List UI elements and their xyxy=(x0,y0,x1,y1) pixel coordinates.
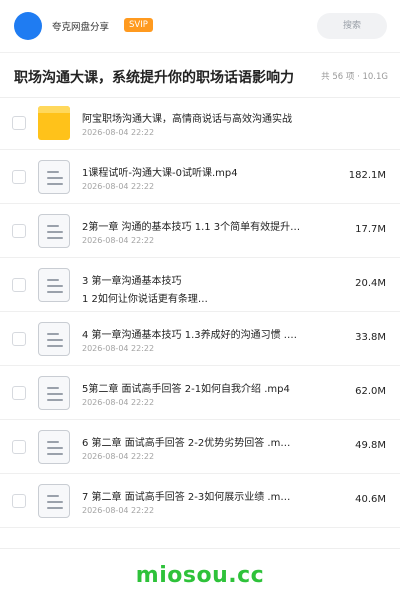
file-size: 49.8M xyxy=(355,440,386,451)
file-size: 20.4M xyxy=(355,278,386,289)
share-meta: 共 56 项 · 10.1G xyxy=(321,72,388,82)
file-date: 2026-08-04 22:22 xyxy=(82,236,155,245)
svip-badge: SVIP xyxy=(124,18,153,32)
brand-name: 夸克网盘分享 xyxy=(52,22,110,33)
document-icon xyxy=(38,214,70,248)
file-name-continued: 1 2如何让你说话更有条理… xyxy=(82,294,208,305)
file-date: 2026-08-04 22:22 xyxy=(82,506,155,515)
file-size: 182.1M xyxy=(348,170,386,181)
select-checkbox[interactable] xyxy=(12,440,26,454)
list-item[interactable]: 2第一章 沟通的基本技巧 1.1 3个简单有效提升… 2026-08-04 22… xyxy=(0,204,400,258)
list-item[interactable]: 3 第一章沟通基本技巧 1 2如何让你说话更有条理… 20.4M xyxy=(0,258,400,312)
file-size: 40.6M xyxy=(355,494,386,505)
list-item[interactable]: 4 第一章沟通基本技巧 1.3养成好的沟通习惯 .… 2026-08-04 22… xyxy=(0,312,400,366)
document-icon xyxy=(38,484,70,518)
select-checkbox[interactable] xyxy=(12,116,26,130)
footer: miosou.cc xyxy=(0,548,400,600)
file-date: 2026-08-04 22:22 xyxy=(82,128,155,137)
file-size: 62.0M xyxy=(355,386,386,397)
file-size: 17.7M xyxy=(355,224,386,235)
page-title: 职场沟通大课，系统提升你的职场话语影响力 xyxy=(14,70,294,86)
file-date: 2026-08-04 22:22 xyxy=(82,452,155,461)
file-size: 33.8M xyxy=(355,332,386,343)
file-name: 2第一章 沟通的基本技巧 1.1 3个简单有效提升… xyxy=(82,222,301,233)
share-header: 职场沟通大课，系统提升你的职场话语影响力 共 56 项 · 10.1G xyxy=(0,52,400,98)
file-date: 2026-08-04 22:22 xyxy=(82,344,155,353)
file-name: 6 第二章 面试高手回答 2-2优势劣势回答 .m… xyxy=(82,438,291,449)
file-name: 3 第一章沟通基本技巧 xyxy=(82,276,182,287)
document-icon xyxy=(38,160,70,194)
watermark: miosou.cc xyxy=(135,563,265,588)
avatar[interactable] xyxy=(14,12,42,40)
document-icon xyxy=(38,322,70,356)
file-name: 1课程试听-沟通大课-0试听课.mp4 xyxy=(82,168,238,179)
select-checkbox[interactable] xyxy=(12,386,26,400)
search-button[interactable]: 搜索 xyxy=(317,13,387,39)
file-name: 阿宝职场沟通大课，高情商说话与高效沟通实战 xyxy=(82,114,292,125)
file-name: 4 第一章沟通基本技巧 1.3养成好的沟通习惯 .… xyxy=(82,330,297,341)
list-item[interactable]: 6 第二章 面试高手回答 2-2优势劣势回答 .m… 2026-08-04 22… xyxy=(0,420,400,474)
document-icon xyxy=(38,430,70,464)
file-date: 2026-08-04 22:22 xyxy=(82,182,155,191)
folder-icon xyxy=(38,106,70,140)
file-name: 7 第二章 面试高手回答 2-3如何展示业绩 .m… xyxy=(82,492,291,503)
top-bar: 夸克网盘分享 SVIP 搜索 xyxy=(0,0,400,52)
document-icon xyxy=(38,376,70,410)
file-list: 阿宝职场沟通大课，高情商说话与高效沟通实战 2026-08-04 22:22 1… xyxy=(0,96,400,528)
file-name: 5第二章 面试高手回答 2-1如何自我介绍 .mp4 xyxy=(82,384,290,395)
select-checkbox[interactable] xyxy=(12,494,26,508)
list-item[interactable]: 1课程试听-沟通大课-0试听课.mp4 2026-08-04 22:22 182… xyxy=(0,150,400,204)
select-checkbox[interactable] xyxy=(12,224,26,238)
select-checkbox[interactable] xyxy=(12,278,26,292)
list-item-folder[interactable]: 阿宝职场沟通大课，高情商说话与高效沟通实战 2026-08-04 22:22 xyxy=(0,96,400,150)
list-item[interactable]: 7 第二章 面试高手回答 2-3如何展示业绩 .m… 2026-08-04 22… xyxy=(0,474,400,528)
list-item[interactable]: 5第二章 面试高手回答 2-1如何自我介绍 .mp4 2026-08-04 22… xyxy=(0,366,400,420)
select-checkbox[interactable] xyxy=(12,170,26,184)
select-checkbox[interactable] xyxy=(12,332,26,346)
file-date: 2026-08-04 22:22 xyxy=(82,398,155,407)
document-icon xyxy=(38,268,70,302)
